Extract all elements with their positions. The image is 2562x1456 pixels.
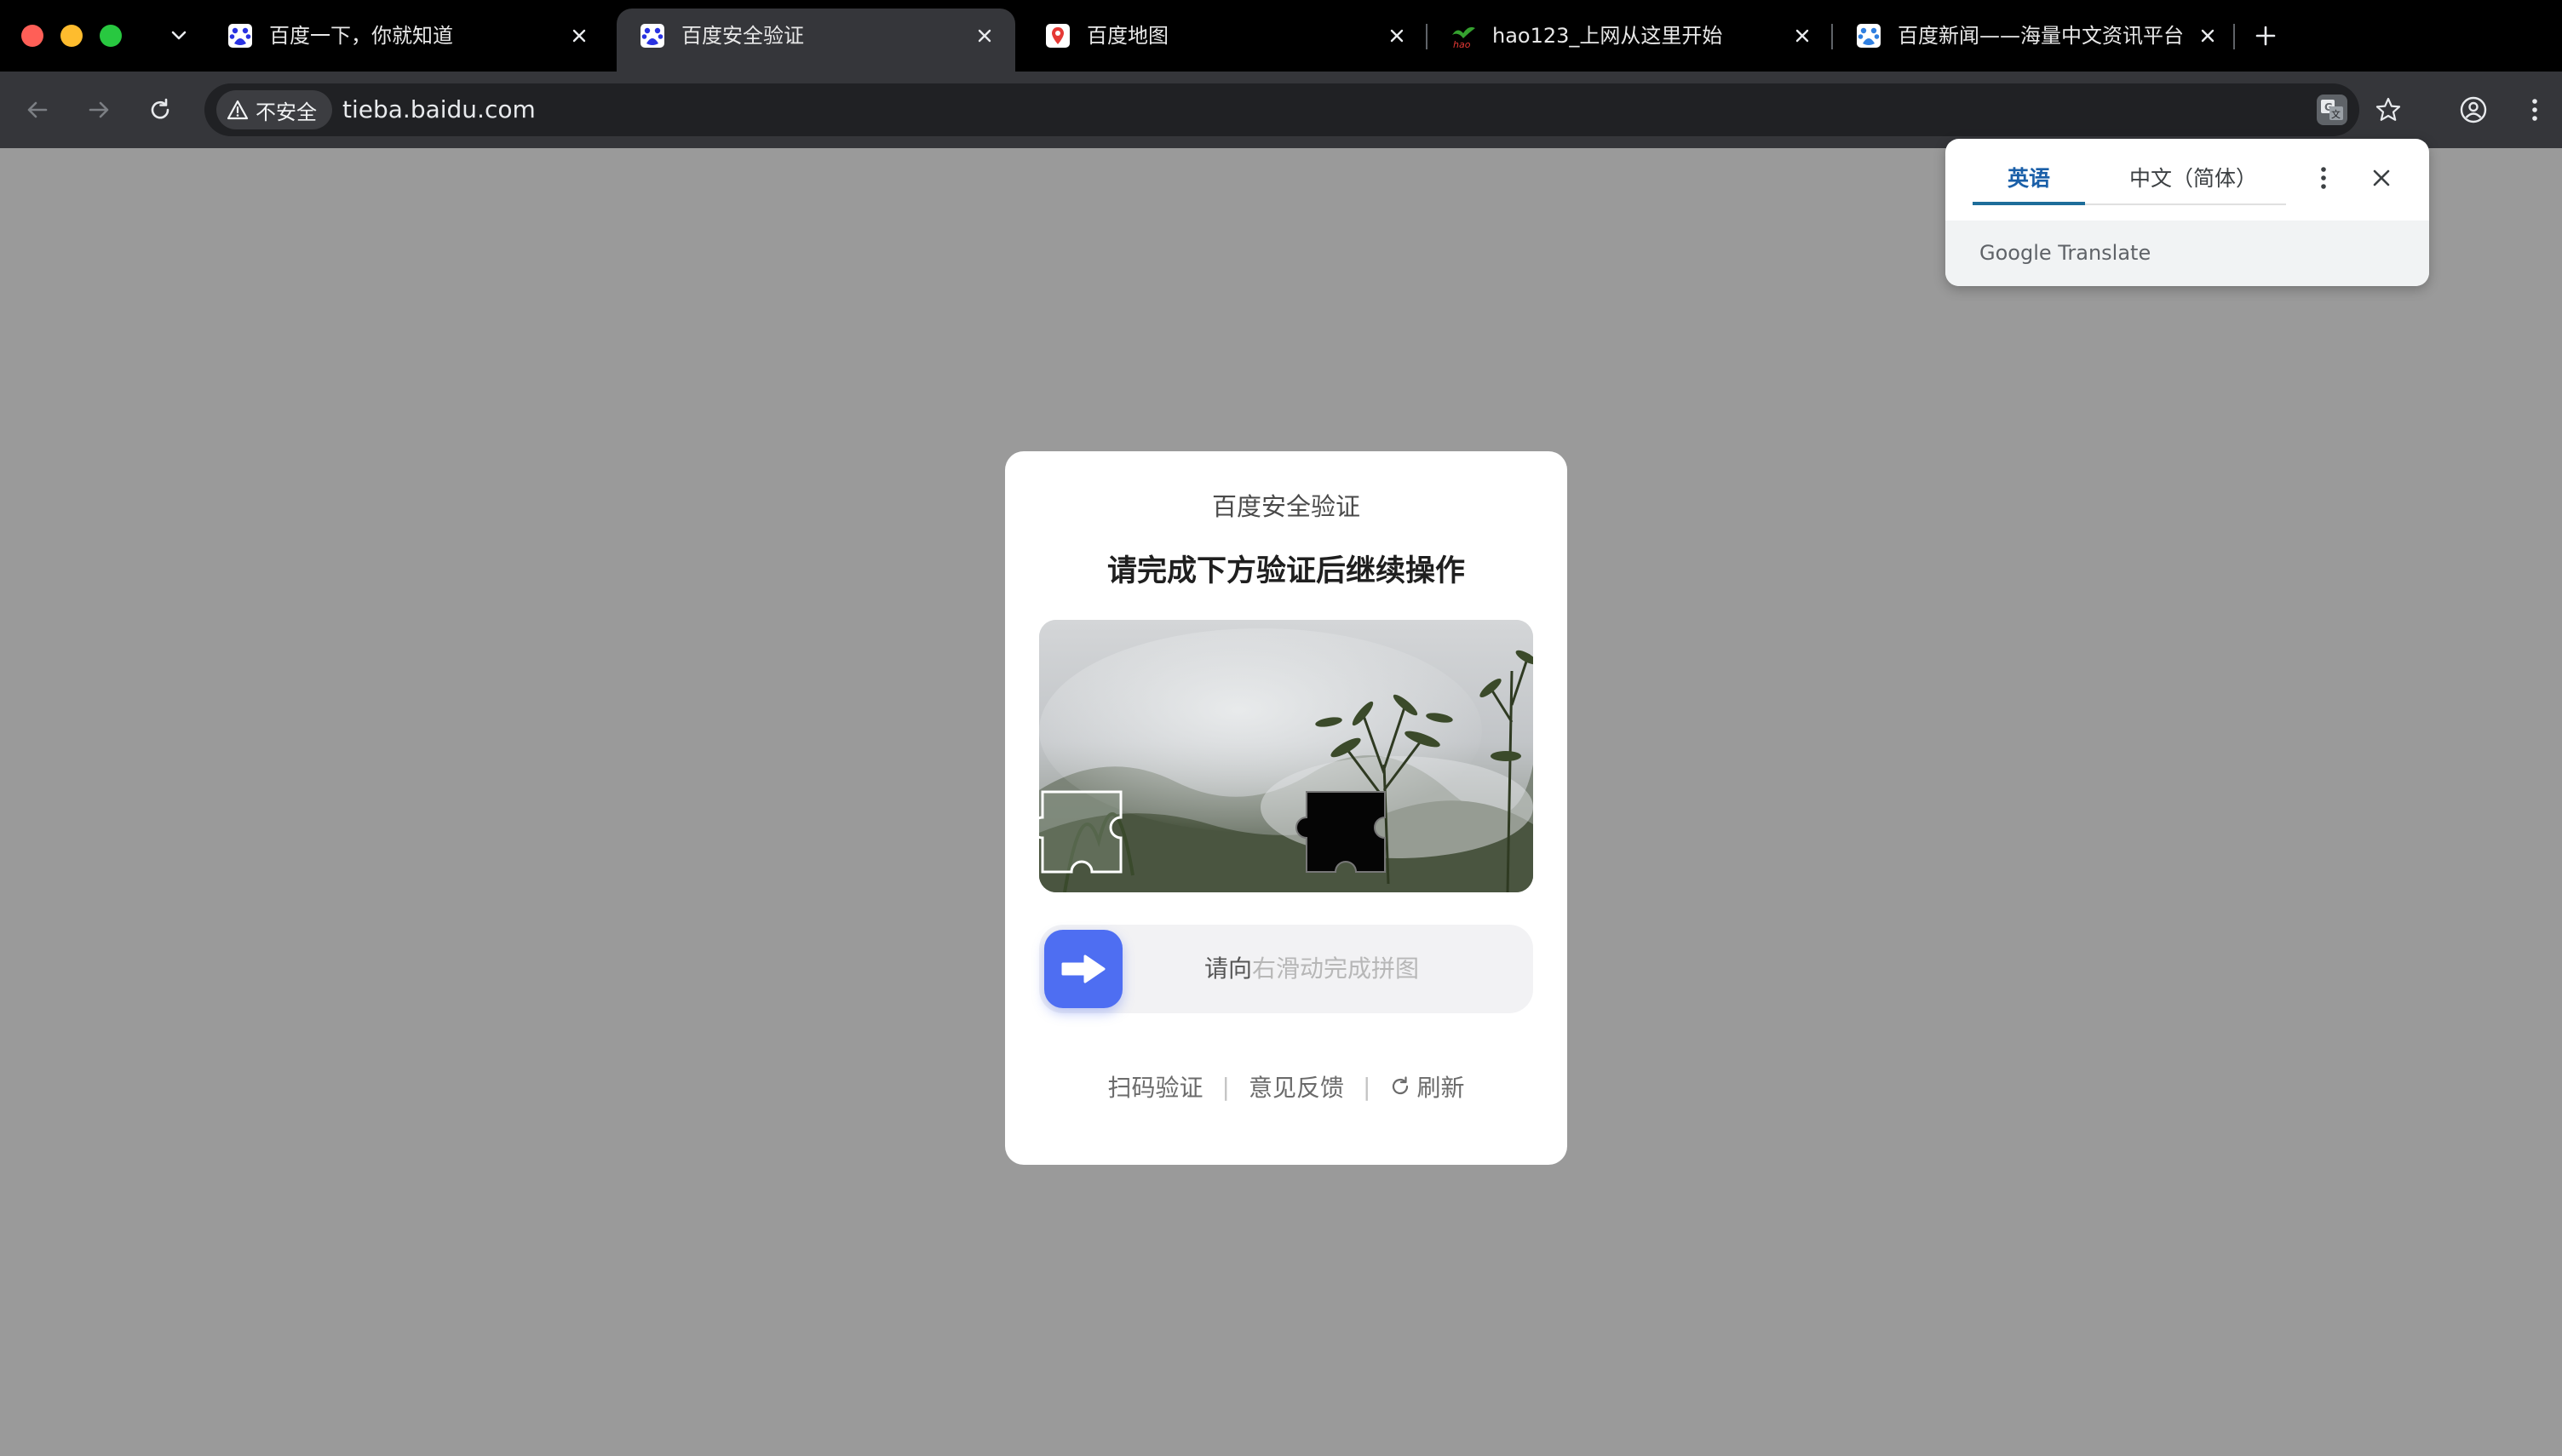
more-vertical-icon [2532, 99, 2537, 121]
tab-title: 百度地图 [1087, 24, 1169, 48]
maximize-window-button[interactable] [100, 25, 122, 47]
verification-links: 扫码验证 | 意见反馈 | 刷新 [1005, 1069, 1567, 1103]
minimize-window-button[interactable] [60, 25, 83, 47]
tab-source-language[interactable]: 英语 [1973, 154, 2085, 203]
svg-text:文: 文 [2331, 108, 2341, 120]
tab-close-button[interactable] [1385, 24, 1409, 48]
translate-options-button[interactable] [2305, 159, 2342, 197]
hao123-icon: hao [1450, 22, 1477, 49]
tab-separator [2233, 24, 2235, 49]
tab-search-button[interactable] [162, 19, 196, 53]
close-icon [2373, 169, 2390, 186]
baidu-paw-icon [639, 22, 666, 49]
baidu-paw-icon [1855, 22, 1882, 49]
tab-title: 百度安全验证 [681, 24, 804, 48]
tab-close-button[interactable] [1790, 24, 1814, 48]
reload-button[interactable] [141, 91, 179, 129]
bookmark-button[interactable] [2370, 91, 2407, 129]
slider-handle[interactable] [1044, 930, 1123, 1008]
security-label: 不安全 [256, 100, 317, 124]
arrow-right-icon [1061, 954, 1106, 983]
back-button[interactable] [19, 91, 56, 129]
google-translate-brand: Google Translate [1979, 241, 2151, 265]
tab-hao123[interactable]: hao hao123_上网从这里开始 [1427, 9, 1833, 72]
slider-hint-dark: 请向 [1203, 954, 1252, 983]
tab-close-button[interactable] [567, 24, 591, 48]
active-tab-indicator [1973, 202, 2085, 205]
tab-baidu-news[interactable]: 百度新闻——海量中文资讯平台 [1833, 9, 2238, 72]
link-divider: | [1221, 1072, 1230, 1101]
tab-baidu-home[interactable]: 百度一下，你就知道 [204, 9, 610, 72]
foggy-mountain-image [1039, 620, 1533, 892]
browser-toolbar: 不安全 tieba.baidu.com G 文 [0, 72, 2562, 148]
close-icon [572, 29, 586, 43]
close-window-button[interactable] [21, 25, 43, 47]
chevron-down-icon [171, 31, 187, 40]
svg-text:hao: hao [1453, 39, 1471, 49]
close-icon [1795, 29, 1809, 43]
puzzle-slot [1295, 791, 1386, 873]
link-divider: | [1363, 1072, 1371, 1101]
translate-popup: 英语 中文（简体） Google Translate [1945, 139, 2429, 286]
tab-close-button[interactable] [2196, 24, 2220, 48]
scan-verify-link[interactable]: 扫码验证 [1108, 1069, 1203, 1103]
verification-card: 百度安全验证 请完成下方验证后继续操作 请向右滑动完成拼图 扫码验证 | 意见反… [1005, 451, 1567, 1165]
tab-title: 百度新闻——海量中文资讯平台 [1898, 24, 2184, 48]
refresh-icon [1393, 1076, 1409, 1095]
url-text[interactable]: tieba.baidu.com [342, 83, 536, 136]
star-icon [2375, 97, 2401, 121]
tab-title: 百度一下，你就知道 [269, 24, 453, 48]
profile-button[interactable] [2455, 91, 2492, 129]
puzzle-piece[interactable] [1039, 790, 1123, 874]
translate-language-tabs: 英语 中文（简体） [1973, 154, 2286, 205]
new-tab-button[interactable] [2249, 19, 2283, 53]
tab-target-language[interactable]: 中文（简体） [2100, 154, 2286, 203]
translate-icon: G 文 [2317, 95, 2347, 125]
warning-icon [227, 100, 249, 120]
translate-page-button[interactable]: G 文 [2313, 91, 2351, 129]
verification-subtitle: 请完成下方验证后继续操作 [1106, 554, 1465, 588]
reload-icon [151, 98, 169, 119]
baidu-paw-icon [227, 22, 254, 49]
close-icon [2201, 29, 2214, 43]
address-bar[interactable]: 不安全 tieba.baidu.com G 文 [204, 83, 2401, 136]
slider-hint-light: 右滑动完成拼图 [1252, 954, 1420, 983]
arrow-right-icon [89, 101, 109, 118]
more-vertical-icon [2321, 167, 2326, 189]
tab-strip: 百度一下，你就知道 百度安全验证 百度地图 hao hao123_上网从这里开始… [0, 0, 2562, 72]
tab-baidu-verify[interactable]: 百度安全验证 [617, 9, 1015, 72]
translate-close-button[interactable] [2363, 159, 2400, 197]
security-chip[interactable]: 不安全 [216, 90, 332, 129]
tab-baidu-map[interactable]: 百度地图 [1022, 9, 1427, 72]
browser-menu-button[interactable] [2516, 91, 2553, 129]
tab-close-button[interactable] [973, 24, 997, 48]
slider-track[interactable]: 请向右滑动完成拼图 [1039, 925, 1533, 1013]
profile-icon [2460, 96, 2487, 123]
plus-icon [2255, 26, 2276, 46]
tab-title: hao123_上网从这里开始 [1492, 24, 1723, 48]
translate-footer: Google Translate [1945, 221, 2429, 286]
close-icon [1390, 29, 1404, 43]
verification-title: 百度安全验证 [1211, 492, 1360, 521]
forward-button[interactable] [80, 91, 118, 129]
puzzle-image [1039, 620, 1533, 892]
arrow-left-icon [27, 101, 48, 118]
refresh-label: 刷新 [1416, 1074, 1465, 1102]
refresh-link[interactable]: 刷新 [1389, 1069, 1464, 1103]
map-pin-icon [1044, 22, 1071, 49]
feedback-link[interactable]: 意见反馈 [1249, 1069, 1344, 1103]
close-icon [978, 29, 991, 43]
